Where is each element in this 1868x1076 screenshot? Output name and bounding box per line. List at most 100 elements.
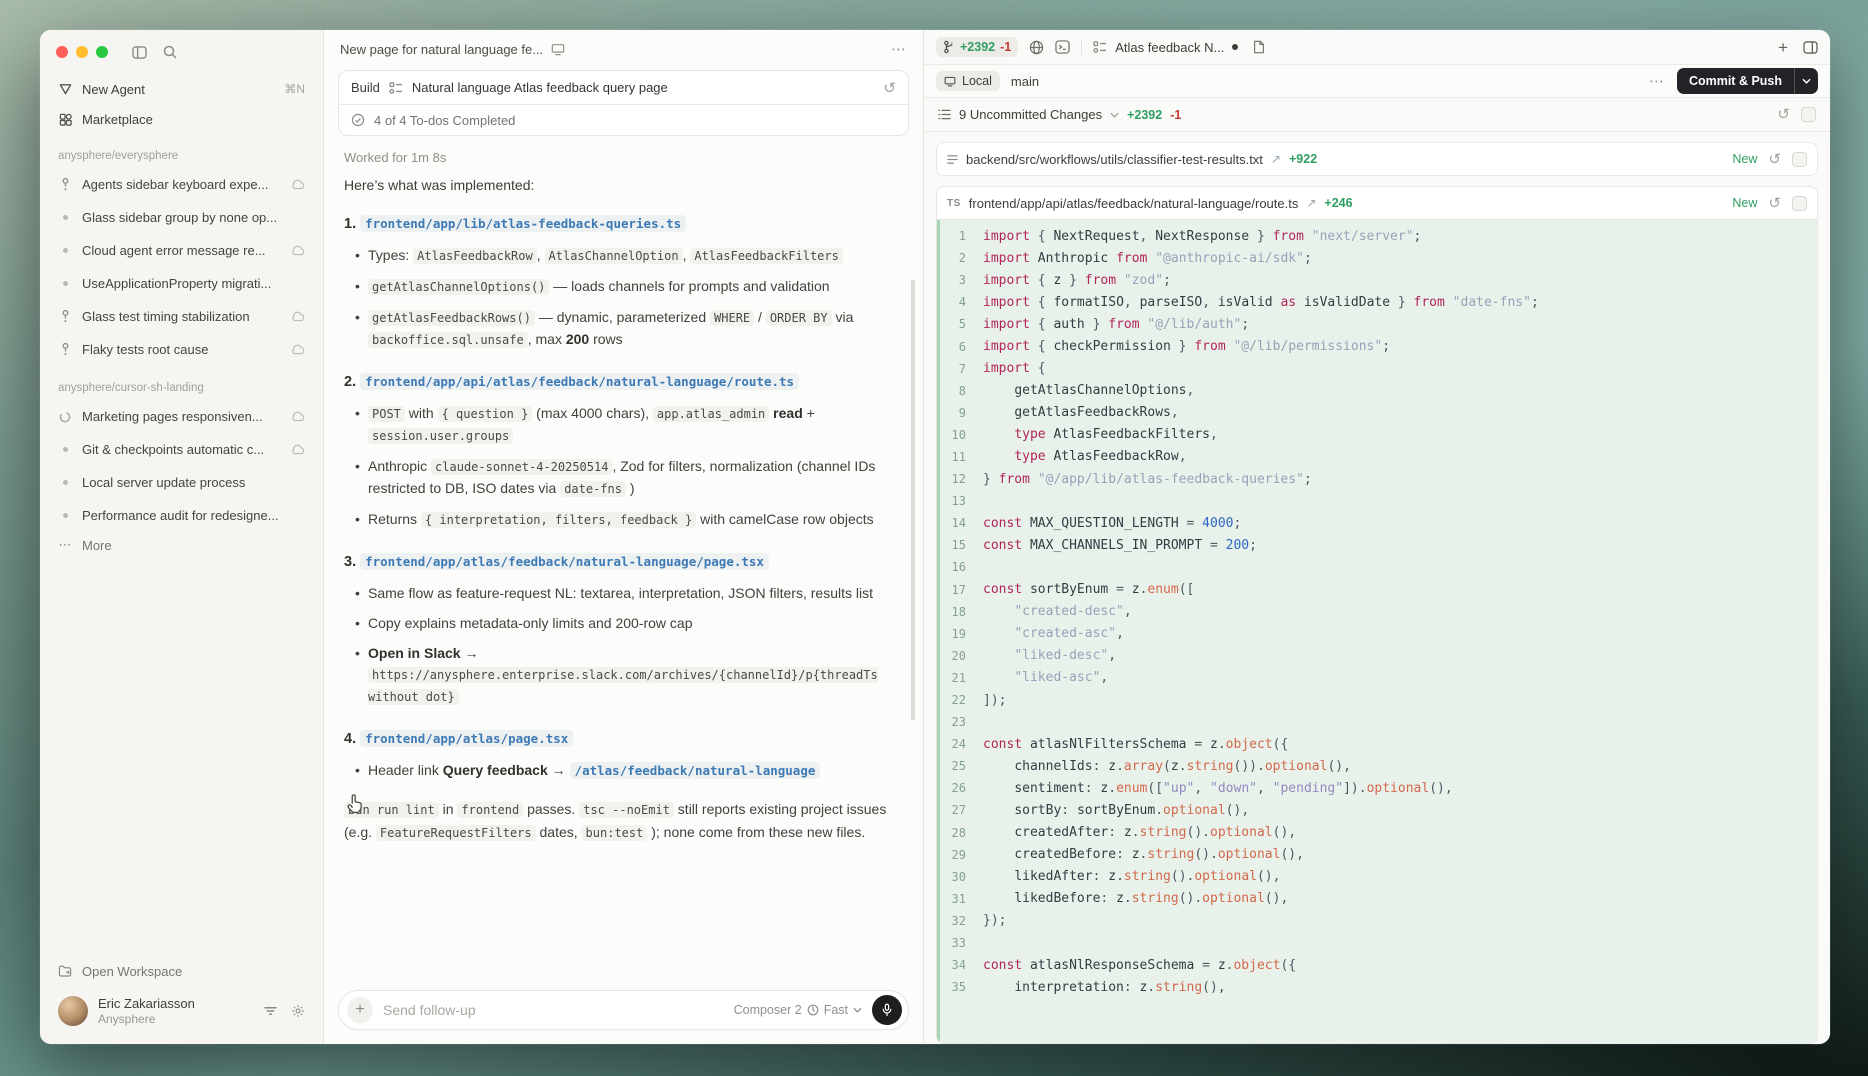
sidebar-item[interactable]: Glass sidebar group by none op... <box>50 201 313 234</box>
commit-options-chevron[interactable] <box>1794 68 1818 94</box>
line-number: 4 <box>937 295 983 309</box>
local-chip[interactable]: Local <box>936 71 1000 91</box>
sidebar-item[interactable]: Agents sidebar keyboard expe... <box>50 168 313 201</box>
file-path-chip[interactable]: frontend/app/api/atlas/feedback/natural-… <box>360 373 799 390</box>
code-line: 33 <box>937 932 1817 954</box>
code-lines: 1import { NextRequest, NextResponse } fr… <box>937 225 1817 998</box>
branch-menu-icon[interactable]: ⋯ <box>1649 72 1665 90</box>
file-status-badge: New <box>1732 152 1757 166</box>
sidebar-item[interactable]: Local server update process <box>50 466 313 499</box>
zoom-window-button[interactable] <box>96 46 108 58</box>
file-path-chip[interactable]: frontend/app/atlas/feedback/natural-lang… <box>360 553 769 570</box>
diff-removed: -1 <box>1000 40 1011 54</box>
sidebar: New Agent ⌘N Marketplace anysphere/every… <box>40 30 324 1044</box>
new-tab-plus-icon[interactable]: + <box>1778 39 1788 56</box>
minimize-window-button[interactable] <box>76 46 88 58</box>
discard-file-icon[interactable]: ↺ <box>1768 152 1781 167</box>
commit-push-label: Commit & Push <box>1677 68 1794 94</box>
code-line: 12} from "@/app/lib/atlas-feedback-queri… <box>937 468 1817 490</box>
inline-code: https://anysphere.enterprise.slack.com/a… <box>368 667 878 705</box>
todos-label: 4 of 4 To-dos Completed <box>374 113 515 128</box>
tab-checklist-icon <box>1093 41 1107 53</box>
open-workspace-icon <box>58 965 72 977</box>
user-profile[interactable]: Eric Zakariasson Anysphere <box>50 986 313 1040</box>
sidebar-item[interactable]: UseApplicationProperty migrati... <box>50 267 313 300</box>
sidebar-sections: anysphere/everysphereAgents sidebar keyb… <box>50 134 313 530</box>
uncommitted-changes-row[interactable]: 9 Uncommitted Changes +2392 -1 ↺ <box>924 98 1830 132</box>
discard-all-icon[interactable]: ↺ <box>1777 107 1790 122</box>
copy-file-icon[interactable] <box>1253 40 1265 54</box>
code-line: 1import { NextRequest, NextResponse } fr… <box>937 225 1817 247</box>
dot-icon <box>58 215 72 220</box>
diff-stats-chip[interactable]: +2392 -1 <box>936 37 1018 57</box>
inline-code: AtlasFeedbackRow <box>413 248 537 264</box>
split-panel-icon[interactable] <box>1803 41 1818 54</box>
line-number: 32 <box>937 914 983 928</box>
globe-icon[interactable] <box>1029 40 1044 55</box>
chat-scrollbar[interactable] <box>911 280 915 720</box>
sidebar-item-label: Git & checkpoints automatic c... <box>82 442 281 457</box>
code-line: 14const MAX_QUESTION_LENGTH = 4000; <box>937 512 1817 534</box>
sidebar-item[interactable]: Git & checkpoints automatic c... <box>50 433 313 466</box>
cloud-icon <box>291 344 305 355</box>
sidebar-item[interactable]: Cloud agent error message re... <box>50 234 313 267</box>
sidebar-item[interactable]: Flaky tests root cause <box>50 333 313 366</box>
stage-file-checkbox[interactable] <box>1792 196 1807 211</box>
line-number: 11 <box>937 450 983 464</box>
close-window-button[interactable] <box>56 46 68 58</box>
branch-bar: Local main ⋯ Commit & Push <box>924 64 1830 98</box>
inline-code: FeatureRequestFilters <box>376 825 536 841</box>
terminal-icon[interactable] <box>1055 40 1070 54</box>
code-line: 23 <box>937 711 1817 733</box>
open-file-icon[interactable]: ↗ <box>1271 152 1281 166</box>
branch-name[interactable]: main <box>1011 74 1039 89</box>
tab-atlas-feedback[interactable]: Atlas feedback N... <box>1093 40 1238 55</box>
followup-input[interactable]: + Send follow-up Composer 2 Fast <box>338 990 909 1030</box>
open-file-icon[interactable]: ↗ <box>1306 196 1316 210</box>
file-path-chip[interactable]: frontend/app/lib/atlas-feedback-queries.… <box>360 215 686 232</box>
mic-button[interactable] <box>872 995 902 1025</box>
hand-cursor-icon <box>344 792 366 821</box>
commit-push-button[interactable]: Commit & Push <box>1677 68 1818 94</box>
inline-code: getAtlasChannelOptions() <box>368 279 549 295</box>
bullet-list: Header link Query feedback → /atlas/feed… <box>344 760 903 781</box>
file-path-chip[interactable]: frontend/app/atlas/page.tsx <box>360 730 573 747</box>
window-controls <box>56 46 108 58</box>
revert-icon[interactable]: ↺ <box>883 79 896 97</box>
sidebar-item[interactable]: Performance audit for redesigne... <box>50 499 313 530</box>
line-number: 1 <box>937 229 983 243</box>
sidebar-item-marketplace[interactable]: Marketplace <box>50 104 313 134</box>
search-icon[interactable] <box>163 45 177 59</box>
line-number: 26 <box>937 781 983 795</box>
settings-gear-icon[interactable] <box>291 1004 305 1018</box>
inline-code: frontend <box>457 802 523 818</box>
sidebar-item[interactable]: Glass test timing stabilization <box>50 300 313 333</box>
sidebar-item-label: Performance audit for redesigne... <box>82 508 305 523</box>
new-agent-label: New Agent <box>82 82 145 97</box>
check-circle-icon <box>351 113 365 127</box>
chat-menu-icon[interactable]: ⋯ <box>891 40 907 58</box>
build-task-card[interactable]: Build Natural language Atlas feedback qu… <box>338 70 909 136</box>
stage-all-checkbox[interactable] <box>1801 107 1816 122</box>
file-card-header[interactable]: TS frontend/app/api/atlas/feedback/natur… <box>937 187 1817 219</box>
filter-sort-icon[interactable] <box>264 1006 277 1016</box>
sidebar-item-new-agent[interactable]: New Agent ⌘N <box>50 74 313 104</box>
sidebar-item[interactable]: Marketing pages responsiven... <box>50 400 313 433</box>
todos-row[interactable]: 4 of 4 To-dos Completed <box>339 104 908 135</box>
line-number: 35 <box>937 980 983 994</box>
model-selector[interactable]: Composer 2 Fast <box>734 1003 862 1017</box>
code-diff-view[interactable]: 1import { NextRequest, NextResponse } fr… <box>937 219 1817 1043</box>
stage-file-checkbox[interactable] <box>1792 152 1807 167</box>
file-path-chip[interactable]: /atlas/feedback/natural-language <box>570 762 821 779</box>
sidebar-titlebar <box>50 30 313 74</box>
discard-file-icon[interactable]: ↺ <box>1768 196 1781 211</box>
dot-icon <box>58 248 72 253</box>
txt-file-icon <box>947 154 958 165</box>
attach-plus-icon[interactable]: + <box>347 997 373 1023</box>
line-number: 6 <box>937 340 983 354</box>
sidebar-item-open-workspace[interactable]: Open Workspace <box>50 956 313 986</box>
file-card-classifier-results[interactable]: backend/src/workflows/utils/classifier-t… <box>936 142 1818 176</box>
toggle-sidebar-icon[interactable] <box>132 46 147 59</box>
user-org: Anysphere <box>98 1012 195 1026</box>
sidebar-item-more[interactable]: ⋯ More <box>50 530 313 560</box>
